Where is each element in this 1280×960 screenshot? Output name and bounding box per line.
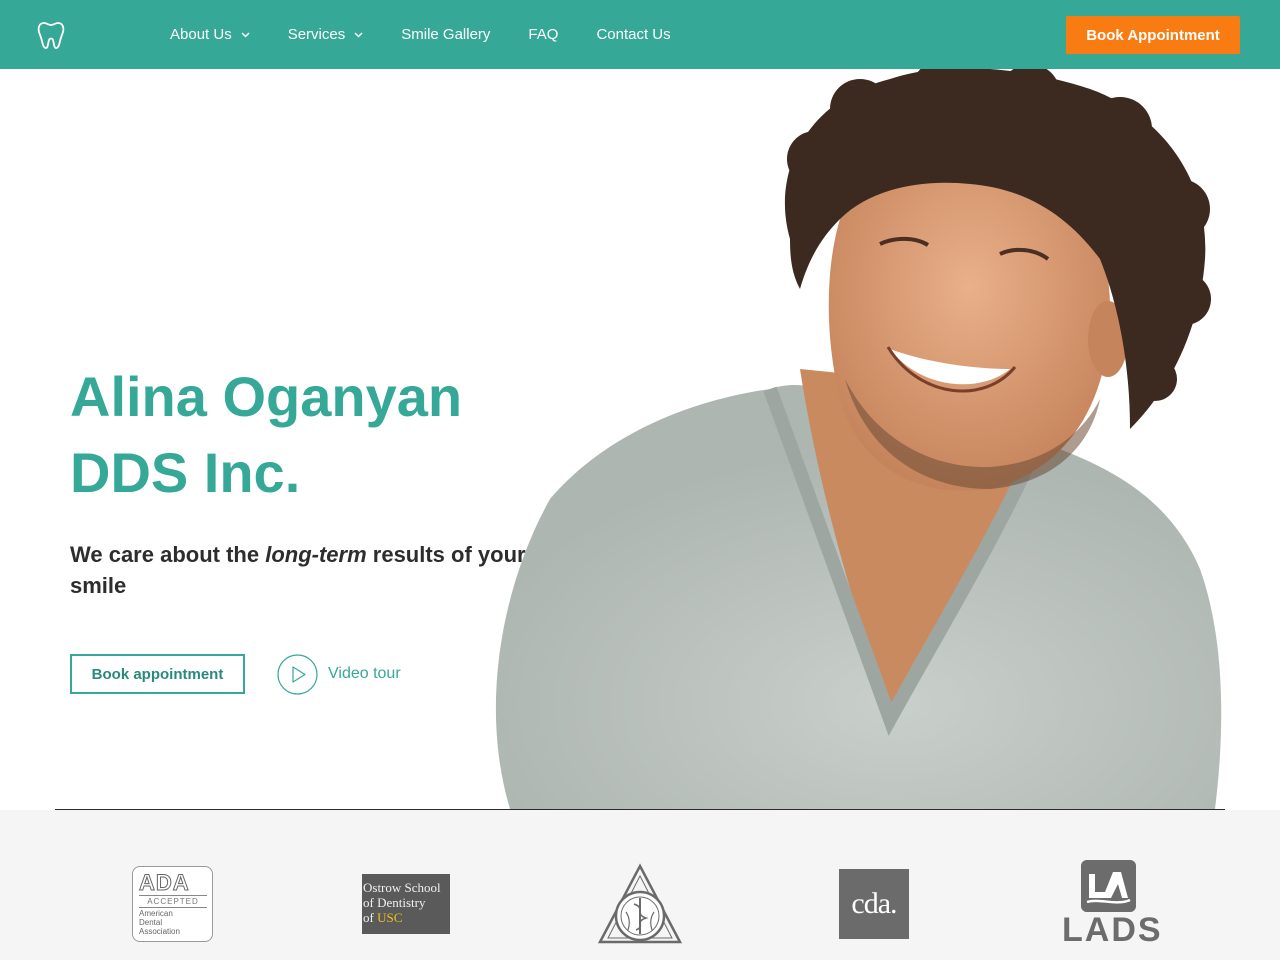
book-appointment-button[interactable]: Book Appointment bbox=[1066, 16, 1240, 54]
practice-title-line2: DDS Inc. bbox=[70, 441, 301, 504]
nav-smile-gallery[interactable]: Smile Gallery bbox=[401, 26, 490, 43]
nav-contact-us[interactable]: Contact Us bbox=[596, 26, 670, 43]
chevron-down-icon bbox=[354, 31, 363, 38]
play-icon bbox=[277, 653, 318, 695]
nav-about-us[interactable]: About Us bbox=[170, 26, 250, 43]
nav-services[interactable]: Services bbox=[288, 26, 364, 43]
nav-services-label: Services bbox=[287, 26, 346, 43]
lads-logo: LADS bbox=[1062, 860, 1163, 949]
ada-line: American bbox=[139, 909, 173, 918]
dental-seal-icon bbox=[597, 863, 683, 944]
ostrow-line: of Dentistry bbox=[363, 895, 426, 910]
nav-faq-label: FAQ bbox=[528, 26, 559, 43]
nav-contact-us-label: Contact Us bbox=[596, 26, 671, 43]
ostrow-line: Ostrow School bbox=[363, 880, 441, 895]
tooth-icon[interactable] bbox=[36, 20, 66, 50]
main-nav: About Us Services Smile Gallery FAQ Cont… bbox=[170, 0, 709, 69]
hero-tagline: We care about the long-term results of y… bbox=[70, 539, 530, 601]
ada-logo-mark: ADA bbox=[139, 870, 190, 896]
top-navigation-bar: About Us Services Smile Gallery FAQ Cont… bbox=[0, 0, 1280, 69]
ostrow-usc-logo: Ostrow School of Dentistry of USC bbox=[362, 874, 450, 934]
ostrow-usc: USC bbox=[377, 910, 403, 925]
ada-association-text: American Dental Association bbox=[139, 909, 180, 936]
video-tour-link[interactable]: Video tour bbox=[277, 653, 401, 695]
ada-accepted-logo: ADA ACCEPTED American Dental Association bbox=[132, 866, 213, 942]
tagline-start: We care about the bbox=[70, 542, 266, 567]
nav-about-us-label: About Us bbox=[170, 26, 232, 43]
hero-section: Alina Oganyan DDS Inc. We care about the… bbox=[0, 69, 1280, 809]
practice-title-line1: Alina Oganyan bbox=[70, 365, 463, 428]
ostrow-of: of bbox=[363, 910, 378, 925]
lads-mark-icon bbox=[1081, 860, 1136, 912]
nav-faq[interactable]: FAQ bbox=[528, 26, 558, 43]
tagline-emphasis: long-term bbox=[265, 542, 367, 567]
cda-logo: cda. bbox=[839, 869, 909, 939]
chevron-down-icon bbox=[241, 31, 250, 38]
ada-line: Dental bbox=[139, 918, 163, 927]
ada-line: Association bbox=[139, 927, 180, 936]
lads-wordmark: LADS bbox=[1062, 911, 1163, 949]
book-appointment-outline-button[interactable]: Book appointment bbox=[70, 654, 245, 694]
ostrow-line: of USC bbox=[363, 910, 450, 925]
affiliations-strip: ADA ACCEPTED American Dental Association… bbox=[0, 810, 1280, 960]
ada-accepted-label: ACCEPTED bbox=[139, 895, 207, 908]
video-tour-label: Video tour bbox=[328, 665, 401, 682]
practice-title: Alina Oganyan DDS Inc. bbox=[70, 359, 590, 511]
nav-smile-gallery-label: Smile Gallery bbox=[401, 26, 491, 43]
